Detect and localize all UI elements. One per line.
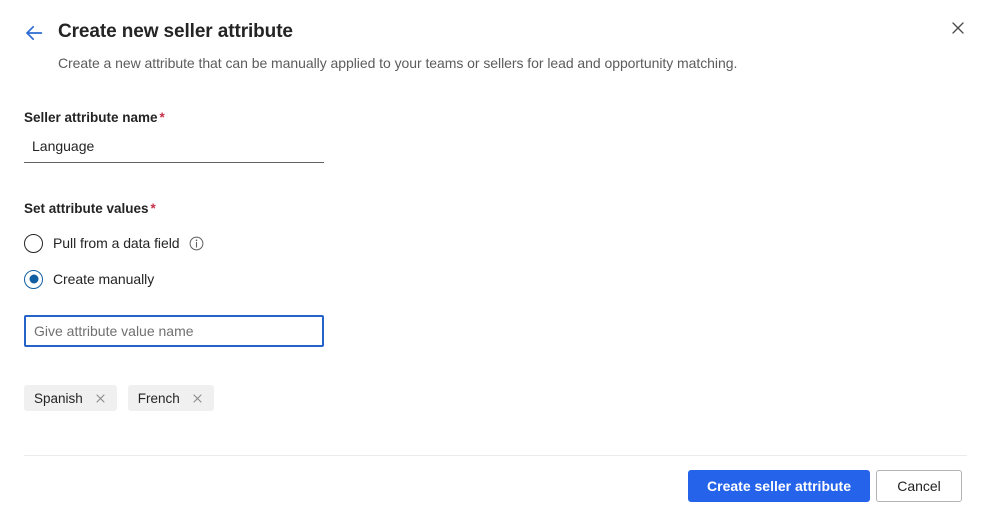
- list-item[interactable]: French: [128, 385, 214, 411]
- list-item[interactable]: Spanish: [24, 385, 117, 411]
- radio-option-create-manually[interactable]: Create manually: [24, 268, 154, 290]
- radio-mark-selected[interactable]: [24, 270, 43, 289]
- back-arrow-icon[interactable]: [21, 20, 47, 46]
- tag-label: French: [138, 391, 180, 406]
- set-attribute-values-label-text: Set attribute values: [24, 201, 149, 216]
- radio-label-pull-from-data-field: Pull from a data field: [53, 235, 180, 251]
- attribute-value-tag-list: Spanish French: [24, 385, 214, 411]
- create-seller-attribute-panel: Create new seller attribute Create a new…: [0, 0, 991, 526]
- radio-mark-unselected[interactable]: [24, 234, 43, 253]
- radio-label-create-manually: Create manually: [53, 271, 154, 287]
- tag-label: Spanish: [34, 391, 83, 406]
- set-attribute-values-label: Set attribute values*: [24, 201, 156, 216]
- close-icon[interactable]: [191, 391, 205, 405]
- attribute-value-input[interactable]: [24, 315, 324, 347]
- panel-header: Create new seller attribute Create a new…: [0, 0, 991, 86]
- footer-divider: [24, 455, 967, 456]
- info-circle-icon[interactable]: [189, 236, 204, 251]
- page-subtitle: Create a new attribute that can be manua…: [58, 55, 737, 71]
- required-asterisk: *: [160, 110, 165, 125]
- required-asterisk: *: [151, 201, 156, 216]
- seller-attribute-name-label-text: Seller attribute name: [24, 110, 158, 125]
- create-seller-attribute-button[interactable]: Create seller attribute: [688, 470, 870, 502]
- seller-attribute-name-label: Seller attribute name*: [24, 110, 165, 125]
- panel-footer: Create seller attribute Cancel: [688, 470, 962, 502]
- close-icon[interactable]: [943, 13, 973, 43]
- page-title: Create new seller attribute: [58, 21, 293, 43]
- radio-option-pull-from-data-field[interactable]: Pull from a data field: [24, 232, 204, 254]
- close-icon[interactable]: [94, 391, 108, 405]
- seller-attribute-name-input[interactable]: [24, 132, 324, 163]
- cancel-button[interactable]: Cancel: [876, 470, 962, 502]
